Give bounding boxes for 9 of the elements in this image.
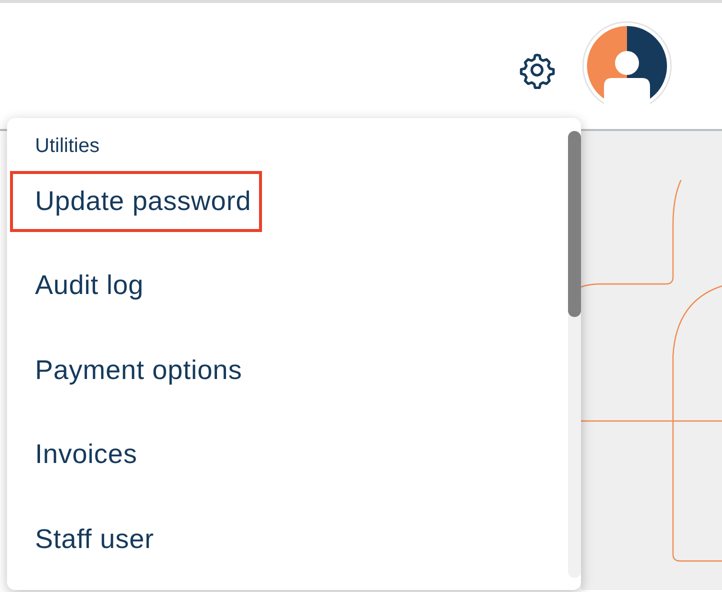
menu-item[interactable]: Staff user <box>10 508 166 570</box>
menu-item[interactable]: Payment options <box>10 340 254 402</box>
section-label: Utilities <box>35 135 100 158</box>
menu-item[interactable]: Audit log <box>10 255 155 317</box>
avatar-icon[interactable] <box>582 21 672 111</box>
scrollbar[interactable] <box>568 131 581 578</box>
settings-icon[interactable] <box>518 51 556 89</box>
menu-item[interactable]: Invoices <box>10 424 148 486</box>
menu-item[interactable]: Update password <box>10 171 262 232</box>
